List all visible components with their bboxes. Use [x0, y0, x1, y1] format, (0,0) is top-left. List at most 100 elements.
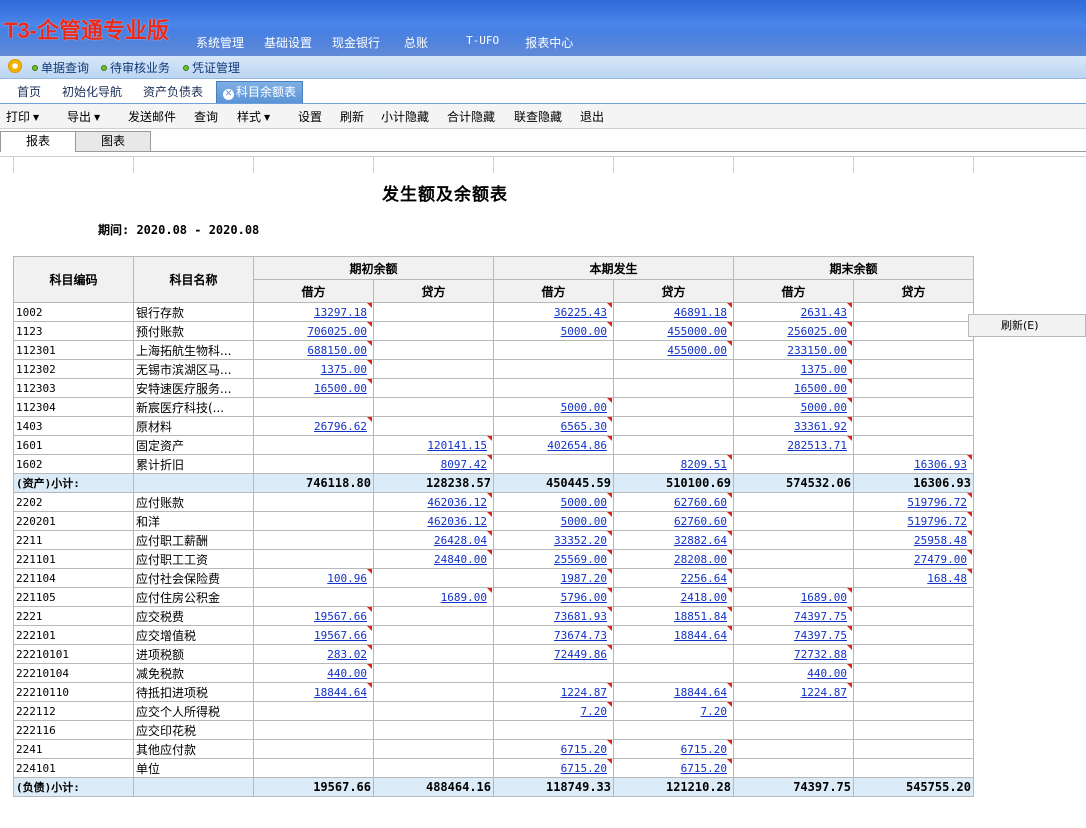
- amount-link[interactable]: 8097.42: [441, 458, 487, 471]
- amount-link[interactable]: 73674.73: [554, 629, 607, 642]
- amount-link[interactable]: 5000.00: [561, 515, 607, 528]
- amount-link[interactable]: 13297.18: [314, 306, 367, 319]
- amount-link[interactable]: 1224.87: [801, 686, 847, 699]
- amount-link[interactable]: 1375.00: [801, 363, 847, 376]
- amount-cell[interactable]: 25958.48: [853, 530, 974, 550]
- amount-cell[interactable]: 26428.04: [373, 530, 494, 550]
- amount-cell[interactable]: 33361.92: [733, 416, 854, 436]
- amount-link[interactable]: 74397.75: [794, 629, 847, 642]
- amount-cell[interactable]: 6715.20: [613, 758, 734, 778]
- send-mail-button[interactable]: 发送邮件: [128, 108, 176, 125]
- nav-general-ledger[interactable]: 总账: [390, 34, 450, 51]
- amount-link[interactable]: 18844.64: [674, 629, 727, 642]
- print-button[interactable]: 打印 ▼: [6, 108, 39, 125]
- amount-link[interactable]: 16306.93: [914, 458, 967, 471]
- amount-link[interactable]: 402654.86: [547, 439, 607, 452]
- amount-link[interactable]: 1224.87: [561, 686, 607, 699]
- amount-link[interactable]: 1987.20: [561, 572, 607, 585]
- amount-cell[interactable]: 706025.00: [253, 321, 374, 341]
- amount-link[interactable]: 455000.00: [667, 325, 727, 338]
- close-icon[interactable]: ✕: [223, 89, 234, 100]
- amount-cell[interactable]: 33352.20: [493, 530, 614, 550]
- amount-cell[interactable]: 8209.51: [613, 454, 734, 474]
- amount-link[interactable]: 5000.00: [561, 401, 607, 414]
- amount-cell[interactable]: 5796.00: [493, 587, 614, 607]
- amount-link[interactable]: 2256.64: [681, 572, 727, 585]
- amount-link[interactable]: 6715.20: [681, 743, 727, 756]
- amount-cell[interactable]: 46891.18: [613, 302, 734, 322]
- quick-pending-review[interactable]: 待审核业务: [101, 59, 170, 76]
- amount-cell[interactable]: 72449.86: [493, 644, 614, 664]
- tab-init-navigation[interactable]: 初始化导航: [62, 82, 122, 103]
- nav-system-management[interactable]: 系统管理: [186, 34, 254, 51]
- amount-cell[interactable]: 24840.00: [373, 549, 494, 569]
- amount-link[interactable]: 706025.00: [307, 325, 367, 338]
- amount-link[interactable]: 33361.92: [794, 420, 847, 433]
- amount-link[interactable]: 5000.00: [561, 496, 607, 509]
- amount-cell[interactable]: 519796.72: [853, 511, 974, 531]
- amount-cell[interactable]: 32882.64: [613, 530, 734, 550]
- amount-cell[interactable]: 2418.00: [613, 587, 734, 607]
- amount-cell[interactable]: 5000.00: [733, 397, 854, 417]
- query-button[interactable]: 查询: [194, 108, 218, 125]
- amount-cell[interactable]: 62760.60: [613, 492, 734, 512]
- amount-cell[interactable]: 27479.00: [853, 549, 974, 569]
- amount-link[interactable]: 62760.60: [674, 496, 727, 509]
- amount-link[interactable]: 5000.00: [561, 325, 607, 338]
- amount-cell[interactable]: 18844.64: [613, 625, 734, 645]
- amount-cell[interactable]: 440.00: [253, 663, 374, 683]
- amount-cell[interactable]: 5000.00: [493, 492, 614, 512]
- amount-cell[interactable]: 5000.00: [493, 511, 614, 531]
- amount-cell[interactable]: 6715.20: [613, 739, 734, 759]
- style-button[interactable]: 样式 ▼: [237, 108, 270, 125]
- amount-cell[interactable]: 62760.60: [613, 511, 734, 531]
- amount-link[interactable]: 440.00: [807, 667, 847, 680]
- amount-cell[interactable]: 73681.93: [493, 606, 614, 626]
- amount-cell[interactable]: 1689.00: [733, 587, 854, 607]
- amount-cell[interactable]: 19567.66: [253, 625, 374, 645]
- amount-link[interactable]: 36225.43: [554, 306, 607, 319]
- amount-link[interactable]: 688150.00: [307, 344, 367, 357]
- amount-cell[interactable]: 6715.20: [493, 758, 614, 778]
- amount-link[interactable]: 16500.00: [794, 382, 847, 395]
- amount-cell[interactable]: 18844.64: [613, 682, 734, 702]
- amount-cell[interactable]: 1375.00: [733, 359, 854, 379]
- amount-cell[interactable]: 73674.73: [493, 625, 614, 645]
- amount-link[interactable]: 7.20: [581, 705, 608, 718]
- amount-cell[interactable]: 1689.00: [373, 587, 494, 607]
- amount-link[interactable]: 440.00: [327, 667, 367, 680]
- amount-link[interactable]: 26428.04: [434, 534, 487, 547]
- amount-cell[interactable]: 74397.75: [733, 625, 854, 645]
- amount-link[interactable]: 28208.00: [674, 553, 727, 566]
- amount-link[interactable]: 19567.66: [314, 610, 367, 623]
- amount-link[interactable]: 26796.62: [314, 420, 367, 433]
- amount-link[interactable]: 74397.75: [794, 610, 847, 623]
- settings-button[interactable]: 设置: [298, 108, 322, 125]
- amount-link[interactable]: 1689.00: [801, 591, 847, 604]
- amount-link[interactable]: 2631.43: [801, 306, 847, 319]
- tab-home[interactable]: 首页: [17, 82, 41, 103]
- exit-button[interactable]: 退出: [580, 108, 604, 125]
- amount-cell[interactable]: 74397.75: [733, 606, 854, 626]
- amount-link[interactable]: 32882.64: [674, 534, 727, 547]
- nav-basic-settings[interactable]: 基础设置: [254, 34, 322, 51]
- amount-link[interactable]: 519796.72: [907, 496, 967, 509]
- amount-link[interactable]: 18844.64: [674, 686, 727, 699]
- amount-cell[interactable]: 168.48: [853, 568, 974, 588]
- amount-cell[interactable]: 19567.66: [253, 606, 374, 626]
- amount-cell[interactable]: 455000.00: [613, 321, 734, 341]
- amount-cell[interactable]: 1987.20: [493, 568, 614, 588]
- refresh-button[interactable]: 刷新: [340, 108, 364, 125]
- amount-link[interactable]: 25958.48: [914, 534, 967, 547]
- amount-link[interactable]: 256025.00: [787, 325, 847, 338]
- amount-link[interactable]: 519796.72: [907, 515, 967, 528]
- amount-cell[interactable]: 455000.00: [613, 340, 734, 360]
- amount-cell[interactable]: 18844.64: [253, 682, 374, 702]
- amount-cell[interactable]: 8097.42: [373, 454, 494, 474]
- amount-link[interactable]: 233150.00: [787, 344, 847, 357]
- amount-link[interactable]: 1375.00: [321, 363, 367, 376]
- amount-link[interactable]: 283.02: [327, 648, 367, 661]
- amount-cell[interactable]: 7.20: [493, 701, 614, 721]
- nav-cash-bank[interactable]: 现金银行: [322, 34, 390, 51]
- amount-cell[interactable]: 6715.20: [493, 739, 614, 759]
